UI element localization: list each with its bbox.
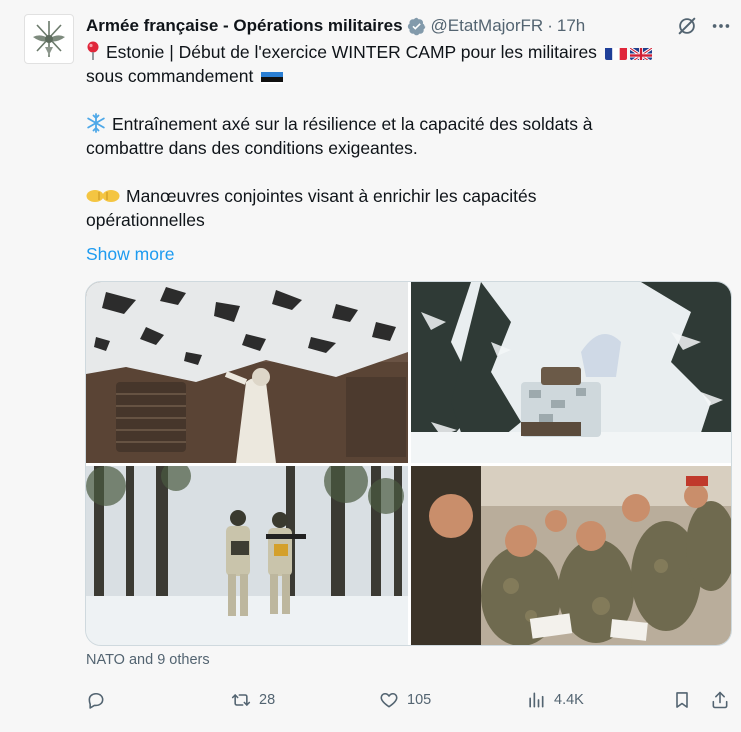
heart-icon: [380, 692, 398, 708]
uk-flag-icon: [629, 45, 652, 60]
photo-2[interactable]: [411, 282, 731, 463]
views-button[interactable]: 4.4K: [526, 686, 584, 714]
reply-icon: [88, 692, 104, 709]
share-icon: [712, 691, 728, 709]
media-grid: [85, 281, 732, 646]
repost-count: 28: [259, 692, 276, 708]
separator-dot: ·: [547, 16, 553, 35]
tweet-line-3: Entraînement axé sur la résilience et la…: [112, 114, 593, 134]
share-button[interactable]: [710, 686, 730, 714]
reply-button[interactable]: [86, 686, 114, 714]
tweet-line-1: Estonie | Début de l'exercice WINTER CAM…: [106, 42, 597, 62]
display-name[interactable]: Armée française - Opérations militaires: [86, 16, 403, 36]
tweet-line-2: sous commandement: [86, 66, 254, 86]
army-emblem-icon: [33, 21, 65, 57]
like-button[interactable]: 105: [379, 686, 431, 714]
views-chart-icon: [529, 692, 544, 708]
france-flag-icon: [604, 45, 627, 60]
photo-3[interactable]: [86, 466, 408, 645]
photo-1[interactable]: [86, 282, 408, 463]
bookmark-button[interactable]: [672, 686, 692, 714]
show-more-link[interactable]: Show more: [86, 242, 175, 266]
estonia-flag-icon: [261, 69, 284, 84]
like-count: 105: [407, 692, 432, 708]
liked-by-text[interactable]: NATO and 9 others: [86, 652, 210, 668]
photo-4[interactable]: [411, 466, 731, 645]
tweet-line-4: combattre dans des conditions exigeantes…: [86, 138, 418, 158]
tweet-line-6: opérationnelles: [86, 210, 205, 230]
verified-badge-icon[interactable]: [407, 17, 426, 36]
repost-icon: [231, 694, 251, 706]
more-options-icon[interactable]: [710, 15, 732, 37]
tweet-card[interactable]: Armée française - Opérations militaires …: [0, 0, 741, 732]
avatar[interactable]: [24, 14, 74, 64]
bookmark-icon: [676, 692, 688, 708]
tweet-header: Armée française - Opérations militaires …: [86, 14, 585, 38]
handle[interactable]: @EtatMajorFR: [431, 16, 544, 36]
action-bar: 28 105 4.4K: [86, 686, 736, 714]
timestamp[interactable]: 17h: [557, 16, 585, 36]
tweet-line-5: Manœuvres conjointes visant à enrichir l…: [126, 186, 537, 206]
repost-button[interactable]: 28: [231, 686, 275, 714]
grok-icon[interactable]: [676, 15, 698, 37]
tweet-text: Estonie | Début de l'exercice WINTER CAM…: [86, 40, 716, 232]
views-count: 4.4K: [554, 692, 584, 708]
